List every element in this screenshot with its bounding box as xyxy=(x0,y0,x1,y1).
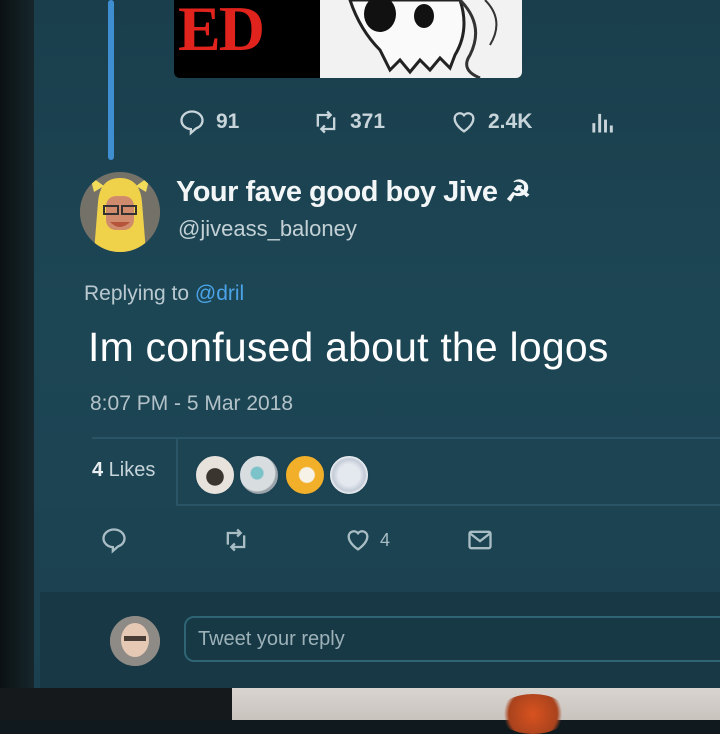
author-handle[interactable]: @jiveass_baloney xyxy=(178,216,357,242)
reply-icon xyxy=(180,110,204,136)
heart-icon xyxy=(347,530,369,551)
like-button[interactable]: 4 xyxy=(344,526,390,554)
reply-input[interactable] xyxy=(184,616,720,662)
media-artwork xyxy=(320,0,522,78)
parent-tweet-media[interactable]: ED xyxy=(174,0,522,78)
divider-top xyxy=(92,437,720,439)
liker-avatar[interactable] xyxy=(238,454,280,496)
parent-analytics-stat[interactable] xyxy=(588,108,616,136)
tweet-timestamp[interactable]: 8:07 PM - 5 Mar 2018 xyxy=(90,392,293,416)
analytics-icon xyxy=(592,113,613,133)
divider-bottom xyxy=(176,504,720,506)
reply-icon xyxy=(102,528,126,554)
desk-object xyxy=(498,694,568,734)
liker-avatar[interactable] xyxy=(328,454,370,496)
likes-count-label: Likes xyxy=(103,459,156,481)
parent-retweet-count: 371 xyxy=(350,110,386,133)
parent-reply-stat[interactable]: 91 xyxy=(178,108,239,136)
tweet-text: Im confused about the logos xyxy=(88,324,609,370)
replying-prefix: Replying to xyxy=(84,282,195,305)
replying-to-line: Replying to @dril xyxy=(84,282,244,306)
retweet-button[interactable] xyxy=(222,526,250,554)
like-button-count: 4 xyxy=(380,529,391,550)
liker-avatar[interactable] xyxy=(194,454,236,496)
retweet-icon xyxy=(226,528,246,552)
media-partial-text: ED xyxy=(178,0,265,64)
desk-paper xyxy=(232,688,720,720)
author-avatar[interactable] xyxy=(80,172,160,252)
envelope-icon xyxy=(468,530,492,550)
likes-count-number: 4 xyxy=(92,459,104,481)
direct-message-button[interactable] xyxy=(466,526,494,554)
parent-retweet-stat[interactable]: 371 xyxy=(312,108,385,136)
author-display-name[interactable]: Your fave good boy Jive ☭ xyxy=(176,174,531,209)
parent-like-count: 2.4K xyxy=(488,110,533,133)
retweet-icon xyxy=(316,110,336,134)
parent-like-stat[interactable]: 2.4K xyxy=(450,108,532,136)
heart-icon xyxy=(453,112,475,133)
liker-avatar[interactable] xyxy=(284,454,326,496)
reply-button[interactable] xyxy=(100,526,128,554)
current-user-avatar[interactable] xyxy=(110,616,160,666)
divider-vertical xyxy=(176,438,178,504)
parent-reply-count: 91 xyxy=(216,110,240,133)
replying-mention-link[interactable]: @dril xyxy=(195,282,244,305)
likes-count[interactable]: 4 Likes xyxy=(92,459,155,482)
thread-connector-line xyxy=(108,0,114,160)
